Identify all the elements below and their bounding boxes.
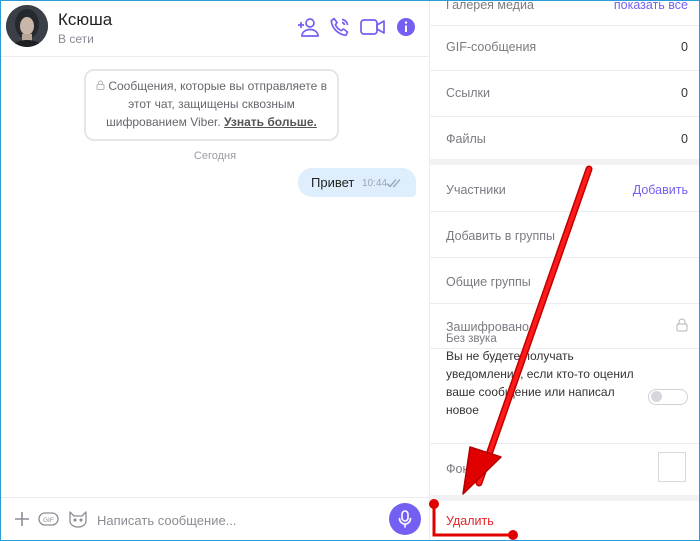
chat-header: Ксюша В сети (1, 1, 429, 57)
app-window: Ксюша В сети Сообщения, которые вы отпра… (0, 0, 700, 541)
gif-icon[interactable]: GIF (37, 508, 61, 530)
links-label: Ссылки (446, 86, 491, 100)
divider (430, 116, 699, 117)
learn-more-link[interactable]: Узнать больше. (224, 115, 317, 129)
files-count: 0 (681, 132, 688, 146)
contact-info-panel: Галерея медиа показать все GIF-сообщения… (429, 0, 699, 540)
message-text: Привет (311, 175, 355, 190)
avatar[interactable] (6, 5, 48, 47)
chat-pane: Ксюша В сети Сообщения, которые вы отпра… (1, 1, 429, 540)
video-camera-icon[interactable] (359, 15, 387, 39)
cat-sticker-icon[interactable] (67, 508, 89, 530)
divider (430, 70, 699, 71)
delete-chat-row[interactable]: Удалить (430, 501, 699, 540)
add-user-icon[interactable] (297, 15, 321, 39)
divider (430, 211, 699, 212)
divider (430, 257, 699, 258)
participants-label: Участники (446, 183, 506, 197)
mute-description: Вы не будете получать уведомления, если … (446, 349, 634, 417)
lock-icon (676, 318, 688, 335)
background-swatch[interactable] (658, 452, 686, 482)
divider (430, 303, 699, 304)
links-count: 0 (681, 86, 688, 100)
toggle-knob (651, 391, 662, 402)
media-gallery-label: Галерея медиа (446, 0, 534, 12)
phone-icon[interactable] (328, 15, 352, 39)
section-divider (430, 159, 699, 165)
microphone-icon (398, 510, 412, 528)
message-input[interactable] (97, 507, 377, 533)
mute-title: Без звука (446, 333, 497, 345)
divider (430, 25, 699, 26)
plus-icon[interactable] (13, 508, 31, 530)
contact-status: В сети (58, 32, 94, 46)
encrypted-label: Зашифровано (446, 320, 530, 334)
show-all-link[interactable]: показать все (614, 1, 688, 12)
info-icon[interactable] (394, 15, 418, 39)
message-time: 10:44 (362, 178, 388, 189)
lock-icon (96, 79, 108, 93)
encryption-notice: Сообщения, которые вы отправляете в этот… (84, 69, 339, 141)
add-to-groups-label: Добавить в группы (446, 229, 555, 243)
gif-messages-label: GIF-сообщения (446, 40, 537, 54)
add-participant-link[interactable]: Добавить (633, 183, 688, 197)
gif-messages-count: 0 (681, 40, 688, 54)
microphone-button[interactable] (389, 503, 421, 535)
message-bubble[interactable]: Привет 10:44 (298, 168, 416, 197)
double-check-icon (386, 179, 401, 188)
media-gallery-row: Галерея медиа показать все (430, 0, 699, 18)
contact-name: Ксюша (58, 10, 113, 29)
background-label: Фон (446, 462, 470, 476)
day-separator: Сегодня (193, 150, 237, 162)
svg-text:GIF: GIF (43, 517, 54, 524)
divider (430, 443, 699, 444)
mute-toggle[interactable] (648, 389, 688, 405)
files-label: Файлы (446, 132, 486, 146)
message-composer: GIF (1, 497, 429, 540)
delete-label: Удалить (446, 514, 494, 528)
common-groups-label: Общие группы (446, 275, 531, 289)
